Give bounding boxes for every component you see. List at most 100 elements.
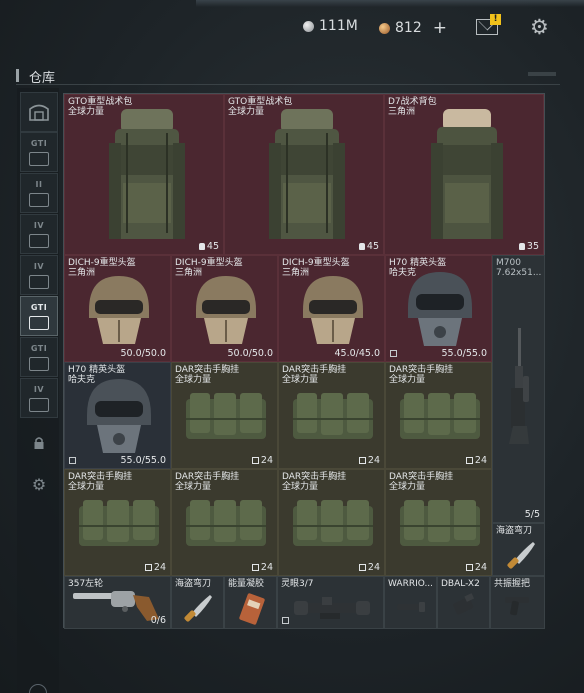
item-rifle-m700[interactable]: M700 7.62x51... 5/5 [492,255,545,523]
item-helmet-2[interactable]: DICH-9重型头盔 三角洲 50.0/50.0 [171,255,278,362]
scope-icon [294,597,370,619]
tab-label: IV [33,261,45,271]
tab-container-5[interactable]: GTI [20,296,58,336]
revolver-icon [73,591,159,621]
item-warrior[interactable]: WARRIO... [384,576,437,629]
item-capacity: 45 [206,241,219,252]
top-bar: 111M 812 + ! ⚙ [0,0,584,58]
tab-container-6[interactable]: GTI [20,337,58,377]
item-revolver-357[interactable]: 357左轮 0/6 [64,576,171,629]
lock-icon [34,437,44,449]
item-capacity: 24 [474,455,487,466]
item-backpack-3[interactable]: D7战术背包 三角洲 35 [384,94,544,255]
item-backpack-1[interactable]: GTO重型战术包 全球力量 45 [64,94,224,255]
item-chest-rig-4[interactable]: DAR突击手胸挂 全球力量 24 [64,469,171,576]
item-faction: 全球力量 [175,482,212,492]
item-name: 海盗弯刀 [175,579,212,589]
item-faction: 三角洲 [388,107,416,117]
item-capacity: 24 [367,455,380,466]
silver-amount: 111M [319,18,358,34]
silver-currency: 111M [303,18,358,34]
armor-class-icon [390,350,397,357]
container-icon [29,397,49,412]
helmet-icon [87,379,151,453]
capacity-icon [198,243,205,250]
tab-container-2[interactable]: II [20,173,58,213]
item-chest-rig-6[interactable]: DAR突击手胸挂 全球力量 24 [278,469,385,576]
item-helmet-3[interactable]: DICH-9重型头盔 三角洲 45.0/45.0 [278,255,385,362]
item-helmet-4[interactable]: H70 精英头盔 哈夫克 55.0/55.0 [385,255,492,362]
chest-rig-icon [293,393,373,439]
chest-rig-icon [186,393,266,439]
item-faction: 全球力量 [282,375,319,385]
item-durability: 50.0/50.0 [120,348,166,359]
item-helmet-1[interactable]: DICH-9重型头盔 三角洲 50.0/50.0 [64,255,171,362]
item-faction: 全球力量 [282,482,319,492]
item-capacity: 24 [474,562,487,573]
add-currency-button[interactable]: + [433,18,447,38]
item-chest-rig-2[interactable]: DAR突击手胸挂 全球力量 24 [278,362,385,469]
attachment-icon [282,617,289,624]
item-chest-rig-5[interactable]: DAR突击手胸挂 全球力量 24 [171,469,278,576]
item-pirate-knife-1[interactable]: 海盗弯刀 [492,523,545,576]
item-name: WARRIO... [388,579,434,589]
item-name: DAR突击手胸挂 [175,472,240,482]
backpack-icon [109,109,185,239]
item-dbal-x2[interactable]: DBAL-X2 [437,576,490,629]
silver-coin-icon [303,20,314,32]
chest-rig-icon [400,500,480,546]
item-chest-rig-3[interactable]: DAR突击手胸挂 全球力量 24 [385,362,492,469]
tab-label: GTI [30,138,48,148]
gold-currency[interactable]: 812 + [379,18,447,38]
item-capacity: 35 [526,241,539,252]
armor-class-icon [69,457,76,464]
mail-badge: ! [490,14,501,25]
capacity-icon [465,564,473,571]
item-durability: 55.0/55.0 [120,455,166,466]
gold-coin-icon [379,22,390,34]
rifle-icon [509,328,529,444]
helmet-icon [196,276,256,344]
capacity-icon [358,457,366,464]
item-faction: 全球力量 [389,482,426,492]
capacity-icon [518,243,525,250]
item-capacity: 24 [153,562,166,573]
item-pirate-knife-2[interactable]: 海盗弯刀 [171,576,224,629]
item-resonance-grip[interactable]: 共振握把 [490,576,545,629]
item-energy-gel[interactable]: 能量凝胶 [224,576,277,629]
item-backpack-2[interactable]: GTO重型战术包 全球力量 45 [224,94,384,255]
container-icon [29,192,49,207]
item-name: H70 精英头盔 [68,365,126,375]
item-chest-rig-1[interactable]: DAR突击手胸挂 全球力量 24 [171,362,278,469]
item-name: DAR突击手胸挂 [389,365,454,375]
item-name: DAR突击手胸挂 [282,472,347,482]
container-icon [29,233,49,248]
tab-storage[interactable] [20,92,58,132]
item-durability: 45.0/45.0 [334,348,380,359]
item-durability: 55.0/55.0 [441,348,487,359]
item-name: 海盗弯刀 [496,526,533,536]
item-scope[interactable]: 灵眼3/7 [277,576,384,629]
item-faction: 全球力量 [175,375,212,385]
inventory-grid: GTO重型战术包 全球力量 45 GTO重型战术包 全球力量 45 D7战术背包… [63,93,545,629]
item-durability: 50.0/50.0 [227,348,273,359]
tab-settings[interactable]: ⚙ [20,464,58,504]
chest-rig-icon [400,393,480,439]
chest-rig-icon [79,500,159,546]
tab-container-3[interactable]: IV [20,214,58,254]
tab-container-1[interactable]: GTI [20,132,58,172]
item-helmet-5[interactable]: H70 精英头盔 哈夫克 55.0/55.0 [64,362,171,469]
header-divider [16,84,560,85]
tab-locked[interactable] [20,423,58,463]
item-caliber: 7.62x51... [496,268,542,278]
laser-module-icon [453,593,475,615]
gold-amount: 812 [395,20,422,36]
settings-gear-icon[interactable]: ⚙ [530,17,549,38]
tab-container-7[interactable]: IV [20,378,58,418]
item-capacity: 45 [366,241,379,252]
container-icon [29,315,49,330]
capacity-icon [251,564,259,571]
energy-gel-icon [239,593,265,625]
item-chest-rig-7[interactable]: DAR突击手胸挂 全球力量 24 [385,469,492,576]
tab-container-4[interactable]: IV [20,255,58,295]
